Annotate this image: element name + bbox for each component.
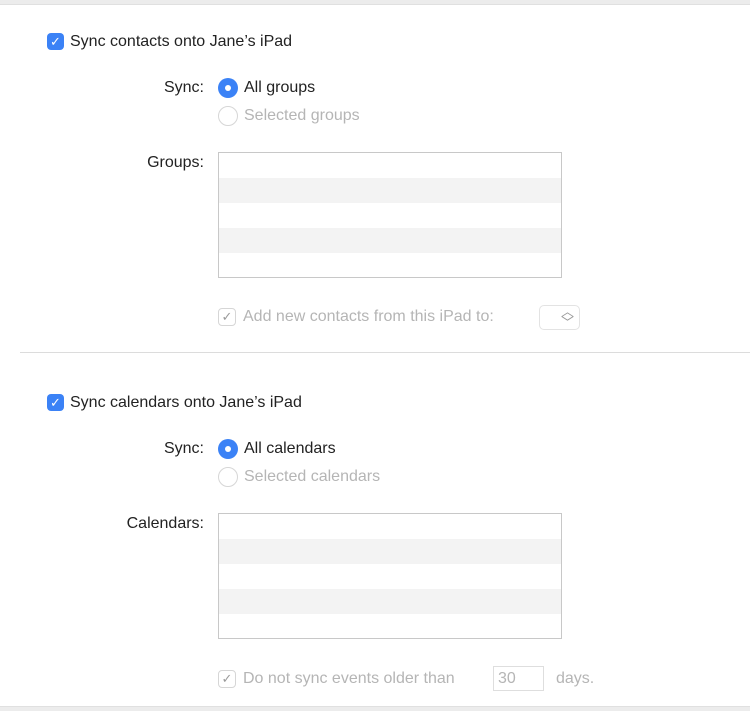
days-field[interactable]: 30: [493, 666, 544, 691]
calendars-list[interactable]: [218, 513, 562, 639]
sync-calendars-checkbox[interactable]: ✓: [47, 394, 64, 411]
contacts-group-popup[interactable]: ︿ ﹀: [539, 305, 580, 330]
selected-groups-label: Selected groups: [244, 107, 360, 124]
groups-list[interactable]: [218, 152, 562, 278]
contacts-sync-label: Sync:: [163, 79, 204, 96]
all-groups-label: All groups: [244, 79, 316, 96]
sync-contacts-label: Sync contacts onto Jane’s iPad: [70, 33, 293, 50]
groups-label: Groups:: [147, 154, 204, 171]
days-unit-label: days.: [556, 670, 595, 687]
section-divider: [20, 352, 750, 353]
all-calendars-radio[interactable]: [218, 439, 238, 459]
add-new-contacts-label: Add new contacts from this iPad to:: [243, 308, 494, 325]
top-bar: [0, 0, 750, 5]
older-events-label: Do not sync events older than: [243, 670, 455, 687]
selected-calendars-radio[interactable]: [218, 467, 238, 487]
sync-contacts-checkbox[interactable]: ✓: [47, 33, 64, 50]
calendars-label: Calendars:: [126, 515, 204, 532]
all-groups-radio[interactable]: [218, 78, 238, 98]
bottom-bar: [0, 706, 750, 711]
chevron-up-down-icon: ︿ ﹀: [560, 304, 574, 330]
older-events-checkbox[interactable]: ✓: [218, 670, 236, 688]
sync-calendars-label: Sync calendars onto Jane’s iPad: [70, 394, 302, 411]
all-calendars-label: All calendars: [244, 440, 336, 457]
selected-calendars-label: Selected calendars: [244, 468, 381, 485]
calendars-sync-label: Sync:: [163, 440, 204, 457]
selected-groups-radio[interactable]: [218, 106, 238, 126]
add-new-contacts-checkbox[interactable]: ✓: [218, 308, 236, 326]
